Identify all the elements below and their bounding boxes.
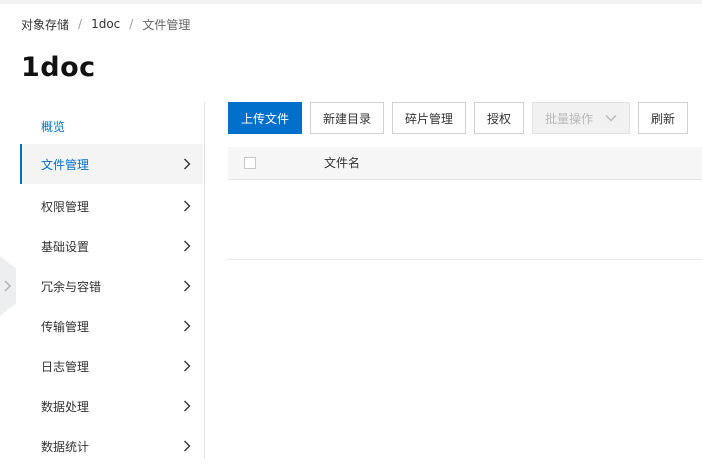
page-title: 1doc xyxy=(21,52,96,83)
sidebar-item-label: 冗余与容错 xyxy=(41,279,102,294)
sidebar: 概览 文件管理 权限管理 基础设置 冗余与容错 传输管理 日志管理 数据处理 数… xyxy=(20,102,205,459)
column-header-filename[interactable]: 文件名 xyxy=(324,147,360,179)
chevron-right-icon xyxy=(184,320,191,332)
chevron-right-icon xyxy=(184,440,191,452)
chevron-down-icon xyxy=(605,115,617,122)
top-strip xyxy=(0,0,702,4)
file-table: 文件名 xyxy=(228,147,702,260)
chevron-right-icon xyxy=(184,280,191,292)
sidebar-item-transfer[interactable]: 传输管理 xyxy=(20,306,203,346)
sidebar-item-label: 传输管理 xyxy=(41,319,90,334)
sidebar-item-statistics[interactable]: 数据统计 xyxy=(20,426,203,466)
sidebar-item-file-management[interactable]: 文件管理 xyxy=(20,144,203,184)
breadcrumb-item-bucket[interactable]: 1doc xyxy=(91,17,120,31)
sidebar-item-label: 日志管理 xyxy=(41,359,90,374)
sidebar-item-label: 概览 xyxy=(41,119,66,134)
sidebar-item-logs[interactable]: 日志管理 xyxy=(20,346,203,386)
breadcrumb-separator: / xyxy=(78,17,83,31)
sidebar-item-redundancy[interactable]: 冗余与容错 xyxy=(20,266,203,306)
sidebar-item-basic-settings[interactable]: 基础设置 xyxy=(20,226,203,266)
batch-operations-label: 批量操作 xyxy=(544,111,593,126)
new-directory-button[interactable]: 新建目录 xyxy=(310,102,384,134)
sidebar-collapse-handle[interactable] xyxy=(0,256,16,316)
sidebar-item-overview[interactable]: 概览 xyxy=(20,106,203,146)
chevron-right-icon xyxy=(184,400,191,412)
breadcrumb-item-current: 文件管理 xyxy=(142,17,191,32)
sidebar-item-label: 数据统计 xyxy=(41,439,90,454)
batch-operations-dropdown[interactable]: 批量操作 xyxy=(532,102,630,134)
sidebar-item-label: 基础设置 xyxy=(41,239,90,254)
table-header: 文件名 xyxy=(228,147,702,180)
fragment-management-button[interactable]: 碎片管理 xyxy=(392,102,466,134)
sidebar-item-data-processing[interactable]: 数据处理 xyxy=(20,386,203,426)
refresh-button[interactable]: 刷新 xyxy=(638,102,688,134)
sidebar-item-permissions[interactable]: 权限管理 xyxy=(20,186,203,226)
chevron-right-icon xyxy=(184,200,191,212)
chevron-right-icon xyxy=(184,240,191,252)
authorize-button[interactable]: 授权 xyxy=(474,102,524,134)
sidebar-item-label: 数据处理 xyxy=(41,399,90,414)
table-body-empty xyxy=(228,180,702,260)
sidebar-item-label: 文件管理 xyxy=(41,157,90,172)
select-all-checkbox[interactable] xyxy=(244,157,256,169)
upload-file-button[interactable]: 上传文件 xyxy=(228,102,302,134)
sidebar-item-label: 权限管理 xyxy=(41,199,90,214)
chevron-right-icon xyxy=(184,360,191,372)
breadcrumb-item-object-storage[interactable]: 对象存储 xyxy=(21,16,69,33)
breadcrumb-separator: / xyxy=(129,17,134,31)
breadcrumb: 对象存储 / 1doc / 文件管理 xyxy=(21,14,190,34)
chevron-right-icon xyxy=(4,280,11,292)
chevron-right-icon xyxy=(184,158,191,170)
